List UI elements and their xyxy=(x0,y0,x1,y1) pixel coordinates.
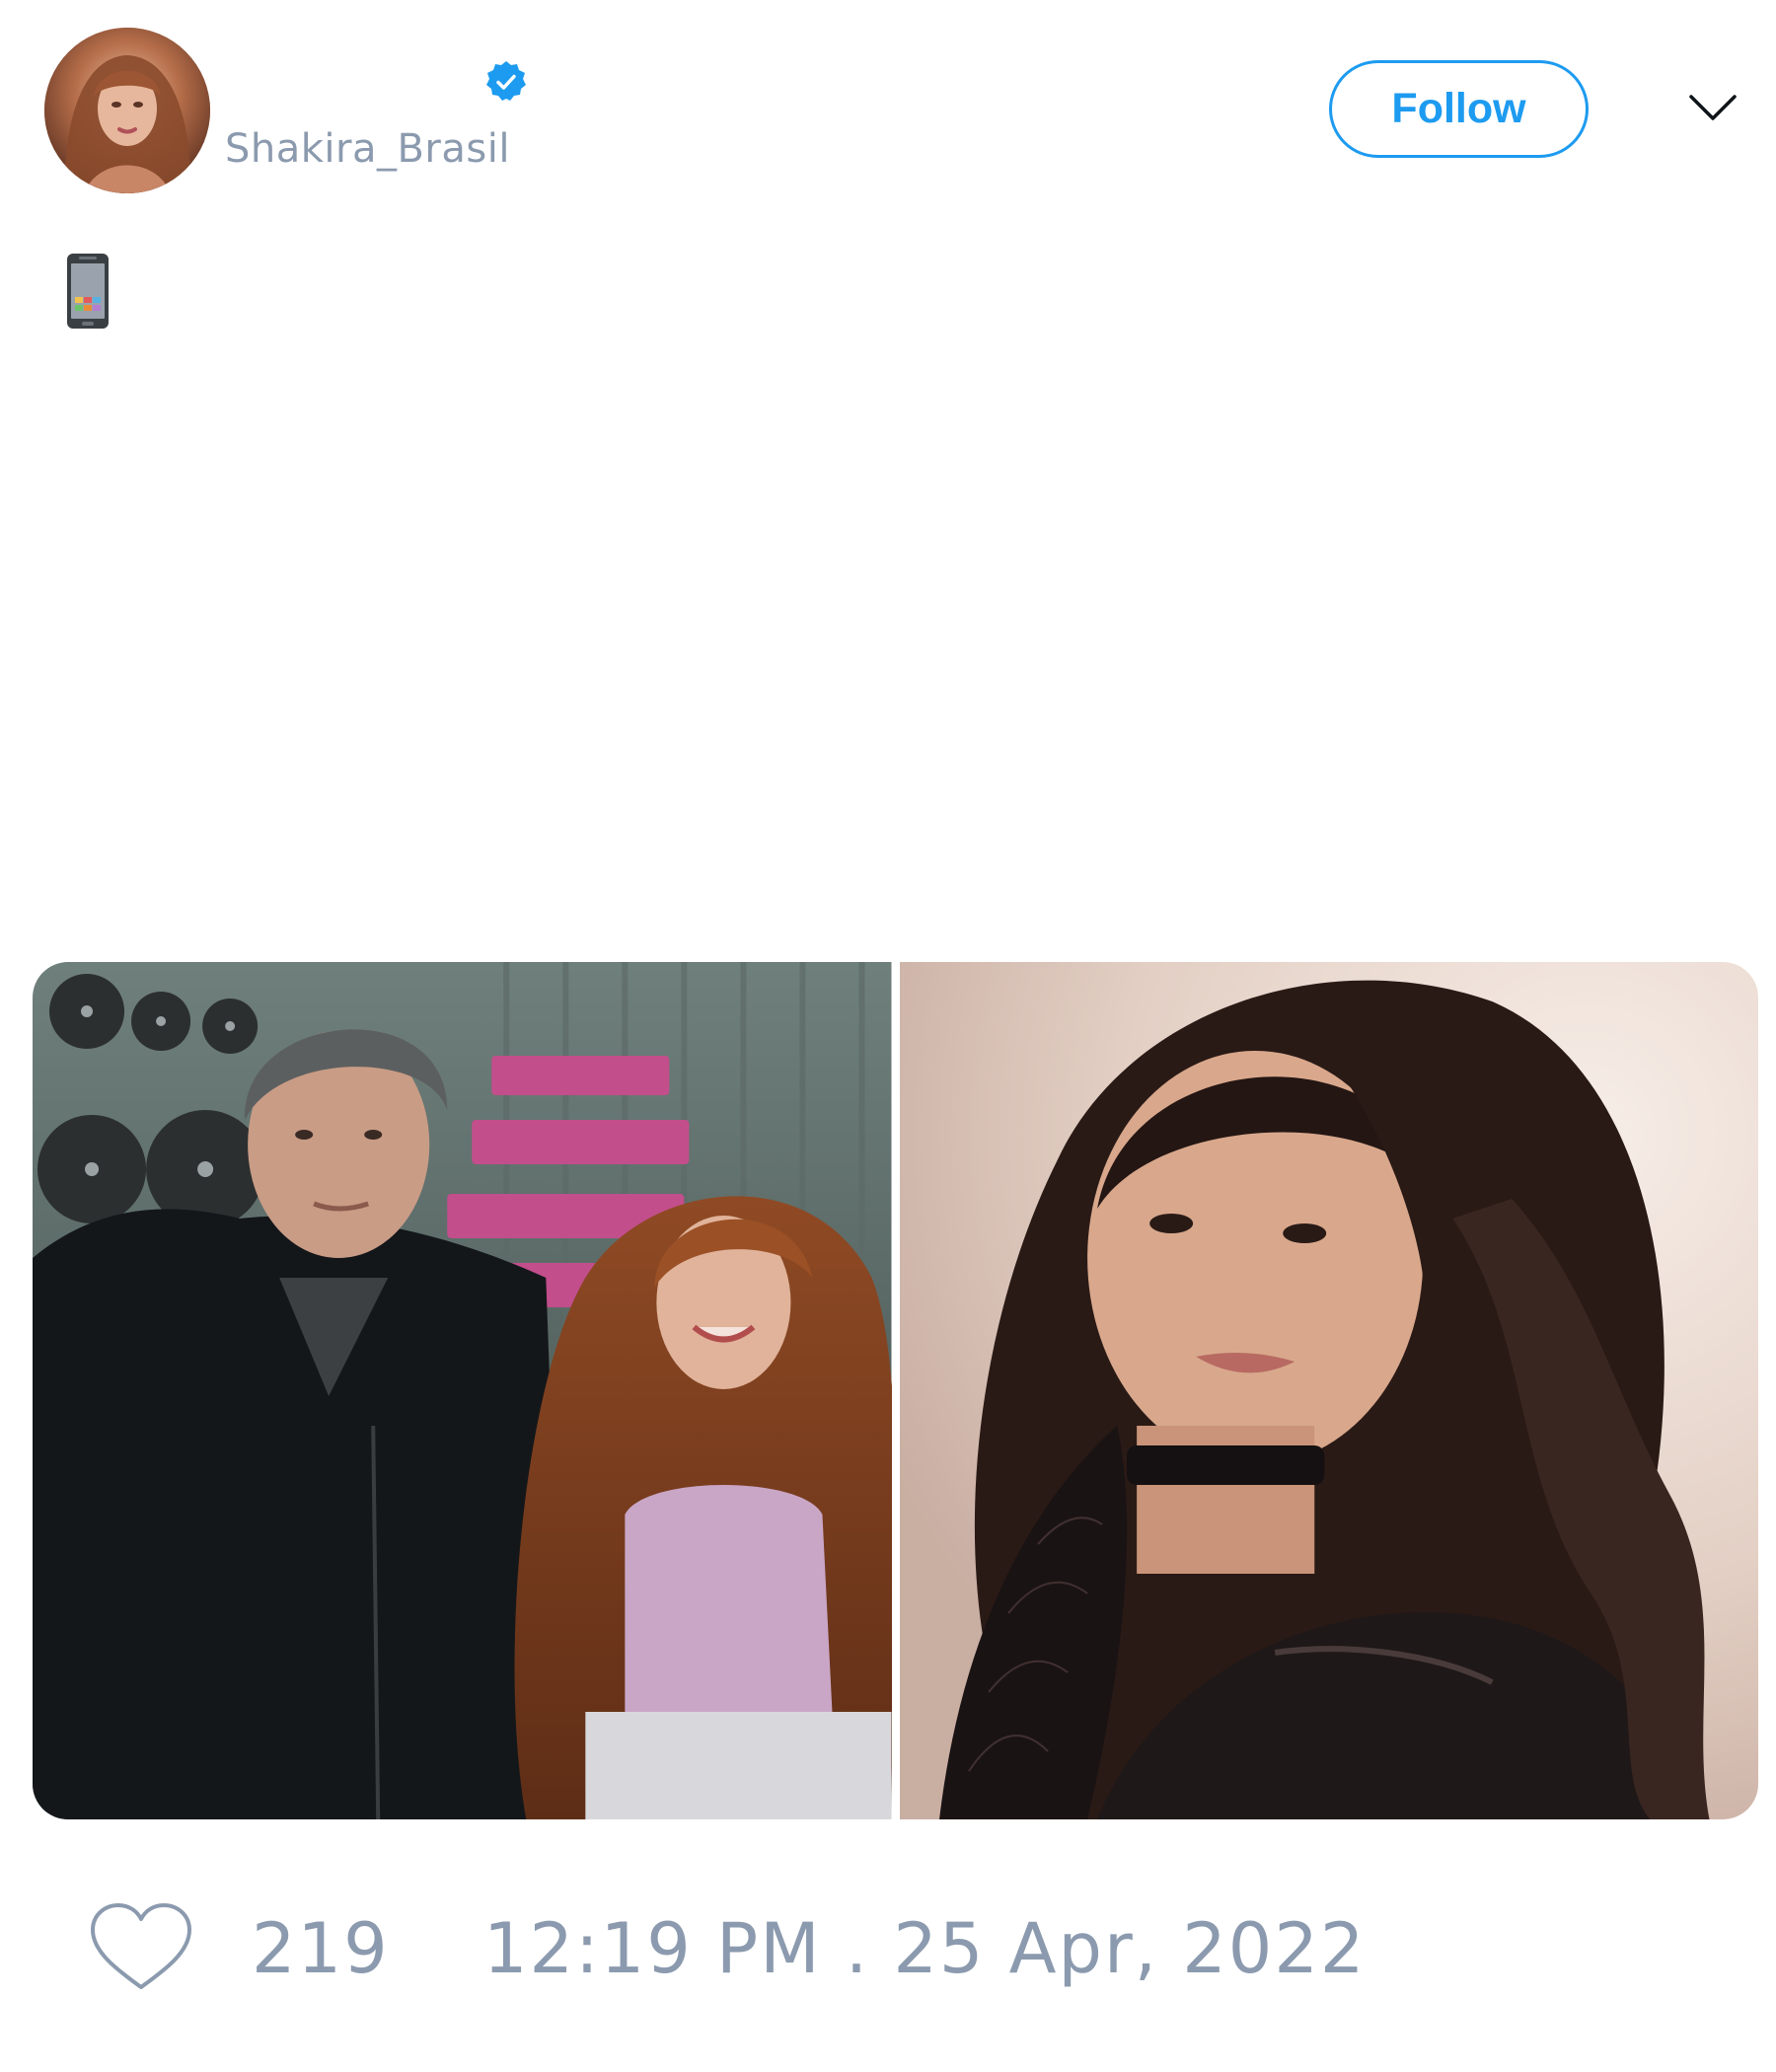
heart-icon[interactable] xyxy=(87,1900,195,1993)
media-photo-1[interactable] xyxy=(33,962,892,1819)
chevron-down-icon[interactable] xyxy=(1687,89,1739,128)
user-handle[interactable]: Shakira_Brasil xyxy=(225,126,510,172)
mobile-phone-emoji-icon xyxy=(65,252,111,331)
avatar[interactable] xyxy=(44,28,210,193)
follow-button[interactable]: Follow xyxy=(1329,60,1589,158)
media-grid xyxy=(33,962,1758,1819)
tweet-timestamp[interactable]: 12:19 PM . 25 Apr, 2022 xyxy=(483,1908,1366,1989)
tweet-card: Shakira_Brasil Follow 219 12:19 PM . 25 … xyxy=(0,0,1776,2072)
verified-badge-icon xyxy=(483,59,529,105)
like-count: 219 xyxy=(252,1908,390,1989)
media-photo-2[interactable] xyxy=(899,962,1758,1819)
